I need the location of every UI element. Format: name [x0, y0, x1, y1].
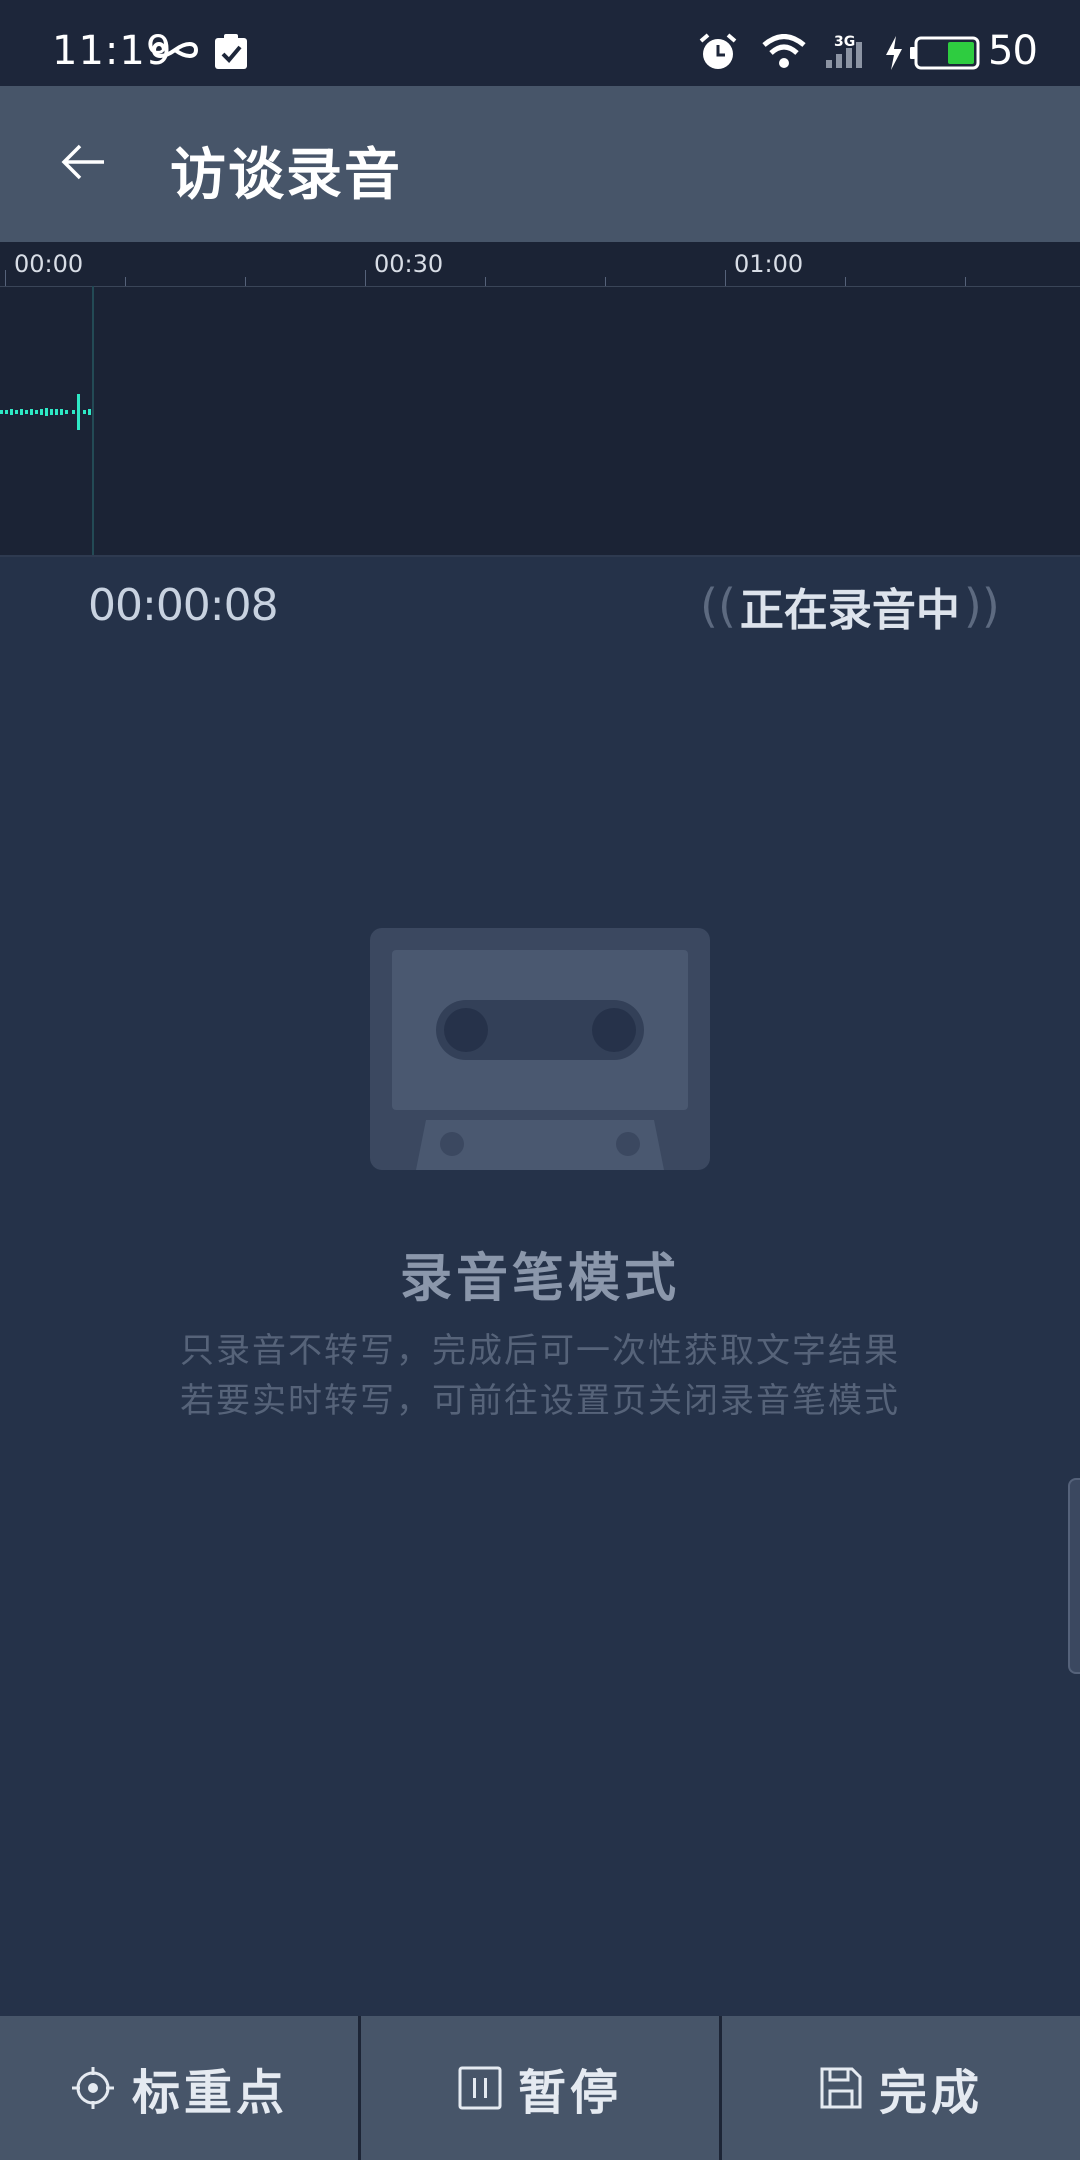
playhead [92, 286, 94, 556]
tick-label: 00:30 [374, 250, 444, 278]
audio-waveform [0, 394, 91, 430]
minor-tick [845, 277, 846, 286]
cassette-tape-icon [370, 928, 710, 1170]
mark-highlight-button[interactable]: 标重点 [0, 2016, 358, 2160]
recording-status: (( 正在录音中 )) [700, 576, 1000, 636]
major-tick [5, 270, 6, 286]
major-tick [365, 270, 366, 286]
finish-button[interactable]: 完成 [719, 2016, 1080, 2160]
page-title: 访谈录音 [170, 143, 402, 208]
mode-description: 只录音不转写，完成后可一次性获取文字结果 若要实时转写，可前往设置页关闭录音笔模… [0, 1326, 1080, 1426]
status-bar: 11:19 3G 50 [0, 0, 1080, 86]
pause-button[interactable]: 暂停 [358, 2016, 719, 2160]
target-icon [71, 2067, 114, 2109]
minor-tick [605, 277, 606, 286]
mode-title: 录音笔模式 [399, 1249, 680, 1309]
mode-description-line: 若要实时转写，可前往设置页关闭录音笔模式 [180, 1381, 900, 1421]
minor-tick [245, 277, 246, 286]
pause-icon [458, 2066, 502, 2110]
charging-icon [886, 36, 902, 70]
save-icon [820, 2067, 862, 2109]
tick-label: 01:00 [734, 250, 804, 278]
signal-icon [826, 42, 862, 68]
waveform-timeline[interactable]: 00:00 00:30 01:00 [0, 242, 1080, 556]
minor-tick [125, 277, 126, 286]
battery-level: 50 [988, 28, 1038, 74]
pause-label: 暂停 [517, 2065, 622, 2121]
arrow-left-icon [61, 144, 104, 180]
tick-label: 00:00 [14, 250, 84, 278]
minor-tick [965, 277, 966, 286]
minor-tick [485, 277, 486, 286]
mark-highlight-label: 标重点 [131, 2065, 288, 2121]
finish-label: 完成 [878, 2065, 983, 2121]
elapsed-time: 00:00:08 [88, 580, 279, 631]
app-header: 访谈录音 [0, 86, 1080, 242]
back-button[interactable] [48, 126, 120, 198]
battery-icon [910, 36, 980, 70]
clipboard-check-icon [215, 34, 247, 69]
bottom-toolbar: 标重点 暂停 完成 [0, 2016, 1080, 2160]
sound-wave-right-icon: )) [963, 579, 1000, 633]
recording-status-label: 正在录音中 [739, 585, 960, 636]
mode-description-line: 只录音不转写，完成后可一次性获取文字结果 [180, 1331, 900, 1371]
divider [0, 555, 1080, 557]
infinity-icon [152, 42, 198, 58]
wifi-icon [762, 34, 806, 68]
alarm-icon [699, 33, 737, 69]
side-drawer-handle[interactable] [1068, 1478, 1080, 1674]
major-tick [725, 270, 726, 286]
sound-wave-left-icon: (( [700, 579, 736, 633]
time-ruler: 00:00 00:30 01:00 [0, 242, 1080, 287]
